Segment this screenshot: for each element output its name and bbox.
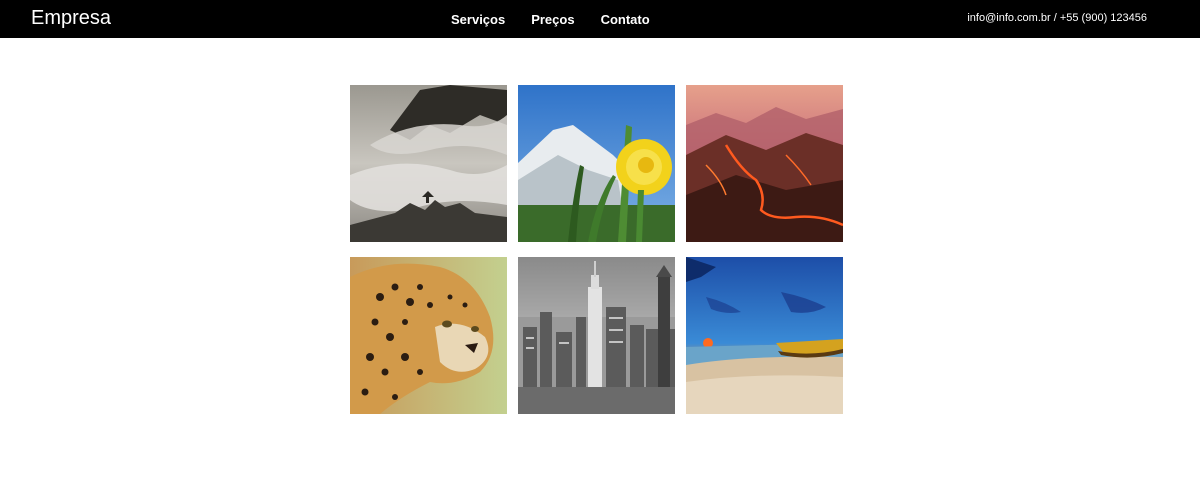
contact-info: info@info.com.br / +55 (900) 123456 [967, 12, 1147, 24]
main-nav: Serviços Preços Contato [451, 11, 650, 29]
nav-link-contato[interactable]: Contato [601, 11, 650, 29]
gallery-image-misty-mountains[interactable] [350, 85, 507, 242]
gallery-image-dandelion[interactable] [518, 85, 675, 242]
gallery-image-volcanic-landscape[interactable] [686, 85, 843, 242]
nav-link-precos[interactable]: Preços [531, 11, 574, 29]
top-navbar: Empresa Serviços Preços Contato info@inf… [0, 0, 1200, 38]
image-gallery [350, 85, 844, 414]
brand-logo[interactable]: Empresa [31, 6, 111, 30]
gallery-image-city-skyline[interactable] [518, 257, 675, 414]
nav-link-servicos[interactable]: Serviços [451, 11, 505, 29]
gallery-image-leopard[interactable] [350, 257, 507, 414]
gallery-image-beach-sunset[interactable] [686, 257, 843, 414]
